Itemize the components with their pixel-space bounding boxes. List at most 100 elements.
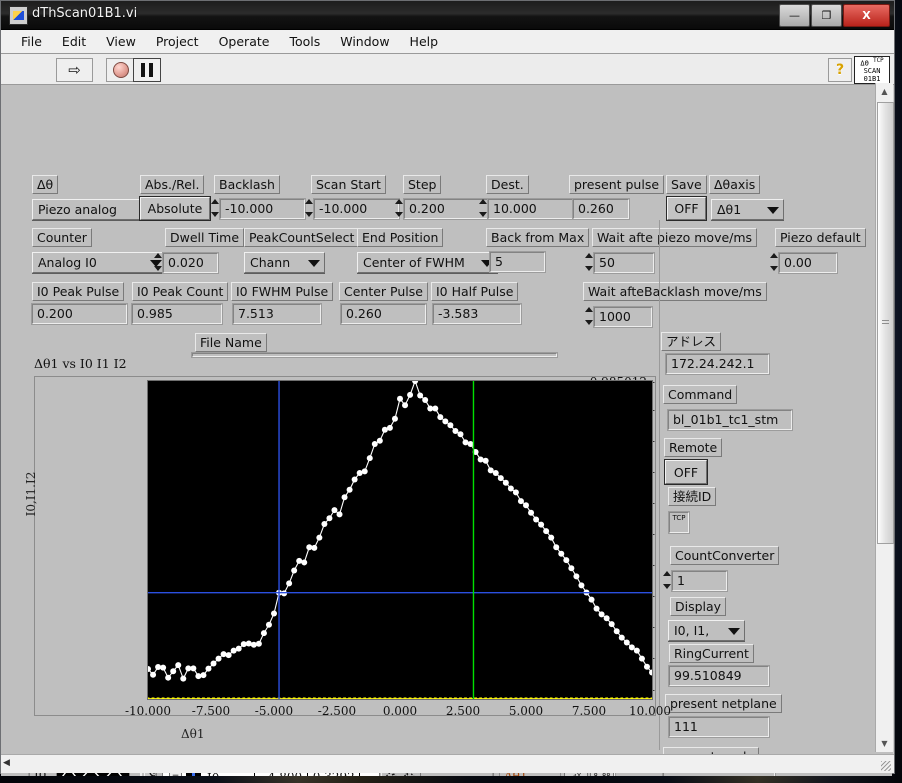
wait-after-backlash-spinner[interactable]: [584, 307, 593, 325]
menu-view[interactable]: View: [96, 32, 146, 51]
display-value: I0, I1,: [674, 623, 710, 638]
xtick-2: -5.000: [254, 704, 294, 718]
vi-title-icon: [9, 6, 28, 25]
screen: dThScan01B1.vi — ❐ X File Edit View Proj…: [0, 0, 902, 783]
vertical-scroll-thumb[interactable]: [877, 102, 894, 544]
dwell-time-input[interactable]: 0.020: [163, 253, 218, 273]
xtick-3: -2.500: [317, 704, 357, 718]
maximize-button[interactable]: ❐: [811, 4, 842, 27]
graph-xlabel: Δθ1: [181, 727, 205, 741]
present-netplane-input[interactable]: 111: [669, 717, 769, 737]
chevron-down-icon: [308, 259, 320, 267]
menu-project[interactable]: Project: [146, 32, 209, 51]
help-icon[interactable]: ?: [828, 58, 852, 82]
scroll-left-icon[interactable]: ◀: [3, 758, 10, 768]
scan-start-spinner[interactable]: [304, 199, 313, 217]
end-position-combo[interactable]: Center of FWHM: [357, 252, 498, 273]
peak-count-select-combo[interactable]: Chann: [244, 252, 325, 273]
piezo-default-spinner[interactable]: [769, 253, 778, 271]
scroll-down-icon[interactable]: ▼: [876, 735, 893, 752]
save-toggle[interactable]: OFF: [666, 196, 707, 221]
front-panel: Δθ Piezo analog Abs./Rel. Absolute Backl…: [1, 85, 892, 776]
labview-vi-window: dThScan01B1.vi — ❐ X File Edit View Proj…: [0, 0, 895, 776]
xtick-5: 2.500: [445, 704, 481, 718]
pause-icon[interactable]: [133, 58, 161, 82]
step-spinner[interactable]: [394, 199, 403, 217]
label-i0-peak-count: I0 Peak Count: [132, 282, 229, 301]
label-i0-peak-pulse: I0 Peak Pulse: [32, 282, 125, 301]
i0-peak-pulse-display: 0.200: [32, 304, 127, 324]
xtick-8: 10.000: [629, 704, 671, 718]
xtick-1: -7.500: [191, 704, 231, 718]
i0-peak-count-display: 0.985: [132, 304, 222, 324]
i0-fwhm-pulse-display: 7.513: [233, 304, 321, 324]
counter-value: Analog I0: [38, 255, 97, 270]
connection-id-refnum[interactable]: TCP: [669, 512, 689, 533]
wait-after-piezo-input[interactable]: 50: [594, 253, 654, 273]
close-button[interactable]: X: [843, 4, 890, 27]
label-step: Step: [403, 175, 442, 194]
piezo-default-input[interactable]: 0.00: [779, 253, 837, 273]
plot-area[interactable]: [147, 380, 653, 700]
vi-icon[interactable]: ΔΘ TCP SCAN 01B1: [854, 56, 890, 84]
display-combo[interactable]: I0, I1,: [668, 620, 745, 641]
counter-combo[interactable]: Analog I0: [32, 252, 167, 273]
label-present-pulse: present pulse: [569, 175, 665, 194]
backlash-spinner[interactable]: [210, 199, 219, 217]
label-ring-current: RingCurrent: [669, 644, 754, 663]
menu-window[interactable]: Window: [330, 32, 399, 51]
backlash-input[interactable]: -10.000: [220, 199, 305, 219]
xy-graph[interactable]: I0,I1.I2 0.985012 0.9 0.8 0.7 0.6 0.5 0.…: [24, 375, 671, 741]
label-scan-start: Scan Start: [311, 175, 386, 194]
command-input[interactable]: bl_01b1_tc1_stm: [668, 410, 792, 430]
xtick-4: 0.000: [382, 704, 418, 718]
file-name-input[interactable]: [192, 353, 557, 357]
vertical-scrollbar[interactable]: ▲ ▼: [875, 83, 894, 752]
label-end-position: End Position: [357, 228, 444, 247]
scan-start-input[interactable]: -10.000: [314, 199, 399, 219]
label-dtheta: Δθ: [32, 175, 59, 194]
chevron-down-icon: [728, 627, 740, 635]
count-converter-spinner[interactable]: [662, 571, 671, 589]
run-arrow-icon[interactable]: ⇨: [56, 58, 93, 82]
title-bar[interactable]: dThScan01B1.vi — ❐ X: [1, 1, 894, 30]
dtheta-value: Piezo analog: [38, 202, 117, 217]
back-from-max-input[interactable]: 5: [490, 252, 545, 272]
menu-operate[interactable]: Operate: [209, 32, 280, 51]
label-dtheta-axis: Δθaxis: [709, 175, 761, 194]
step-input[interactable]: 0.200: [404, 199, 489, 219]
minimize-button[interactable]: —: [779, 4, 810, 27]
count-converter-input[interactable]: 1: [672, 571, 727, 591]
dtheta-axis-value: Δθ1: [717, 202, 742, 217]
remote-toggle[interactable]: OFF: [664, 459, 708, 485]
wait-after-piezo-spinner[interactable]: [584, 253, 593, 271]
label-i0-half-pulse: I0 Half Pulse: [431, 282, 519, 301]
i0-half-pulse-display: -3.583: [433, 304, 521, 324]
address-input[interactable]: 172.24.242.1: [666, 354, 769, 374]
scroll-up-icon[interactable]: ▲: [876, 83, 893, 100]
menu-help[interactable]: Help: [400, 32, 449, 51]
xtick-0: -10.000: [124, 704, 172, 718]
dtheta-combo[interactable]: Piezo analog: [32, 199, 157, 220]
abs-rel-button[interactable]: Absolute: [139, 196, 211, 221]
menu-tools[interactable]: Tools: [279, 32, 330, 51]
dest-input[interactable]: 10.000: [488, 199, 573, 219]
peak-count-select-value: Chann: [250, 255, 291, 270]
dtheta-axis-combo[interactable]: Δθ1: [711, 199, 784, 220]
resize-grip-icon[interactable]: [881, 761, 891, 771]
window-buttons: — ❐ X: [779, 4, 890, 27]
label-dwell-time: Dwell Time: [165, 228, 245, 247]
horizontal-scrollbar[interactable]: ◀: [1, 754, 894, 773]
label-save: Save: [666, 175, 707, 194]
label-i0-fwhm-pulse: I0 FWHM Pulse: [231, 282, 334, 301]
label-abs-rel: Abs./Rel.: [140, 175, 205, 194]
label-dest: Dest.: [486, 175, 529, 194]
menu-edit[interactable]: Edit: [52, 32, 96, 51]
dwell-time-spinner[interactable]: [153, 253, 162, 271]
menu-file[interactable]: File: [11, 32, 52, 51]
graph-title: Δθ1 vs I0 I1 I2: [34, 356, 127, 371]
menu-bar: File Edit View Project Operate Tools Win…: [1, 30, 894, 54]
dest-spinner[interactable]: [478, 199, 487, 217]
stop-icon[interactable]: [106, 58, 134, 82]
wait-after-backlash-input[interactable]: 1000: [594, 307, 652, 327]
